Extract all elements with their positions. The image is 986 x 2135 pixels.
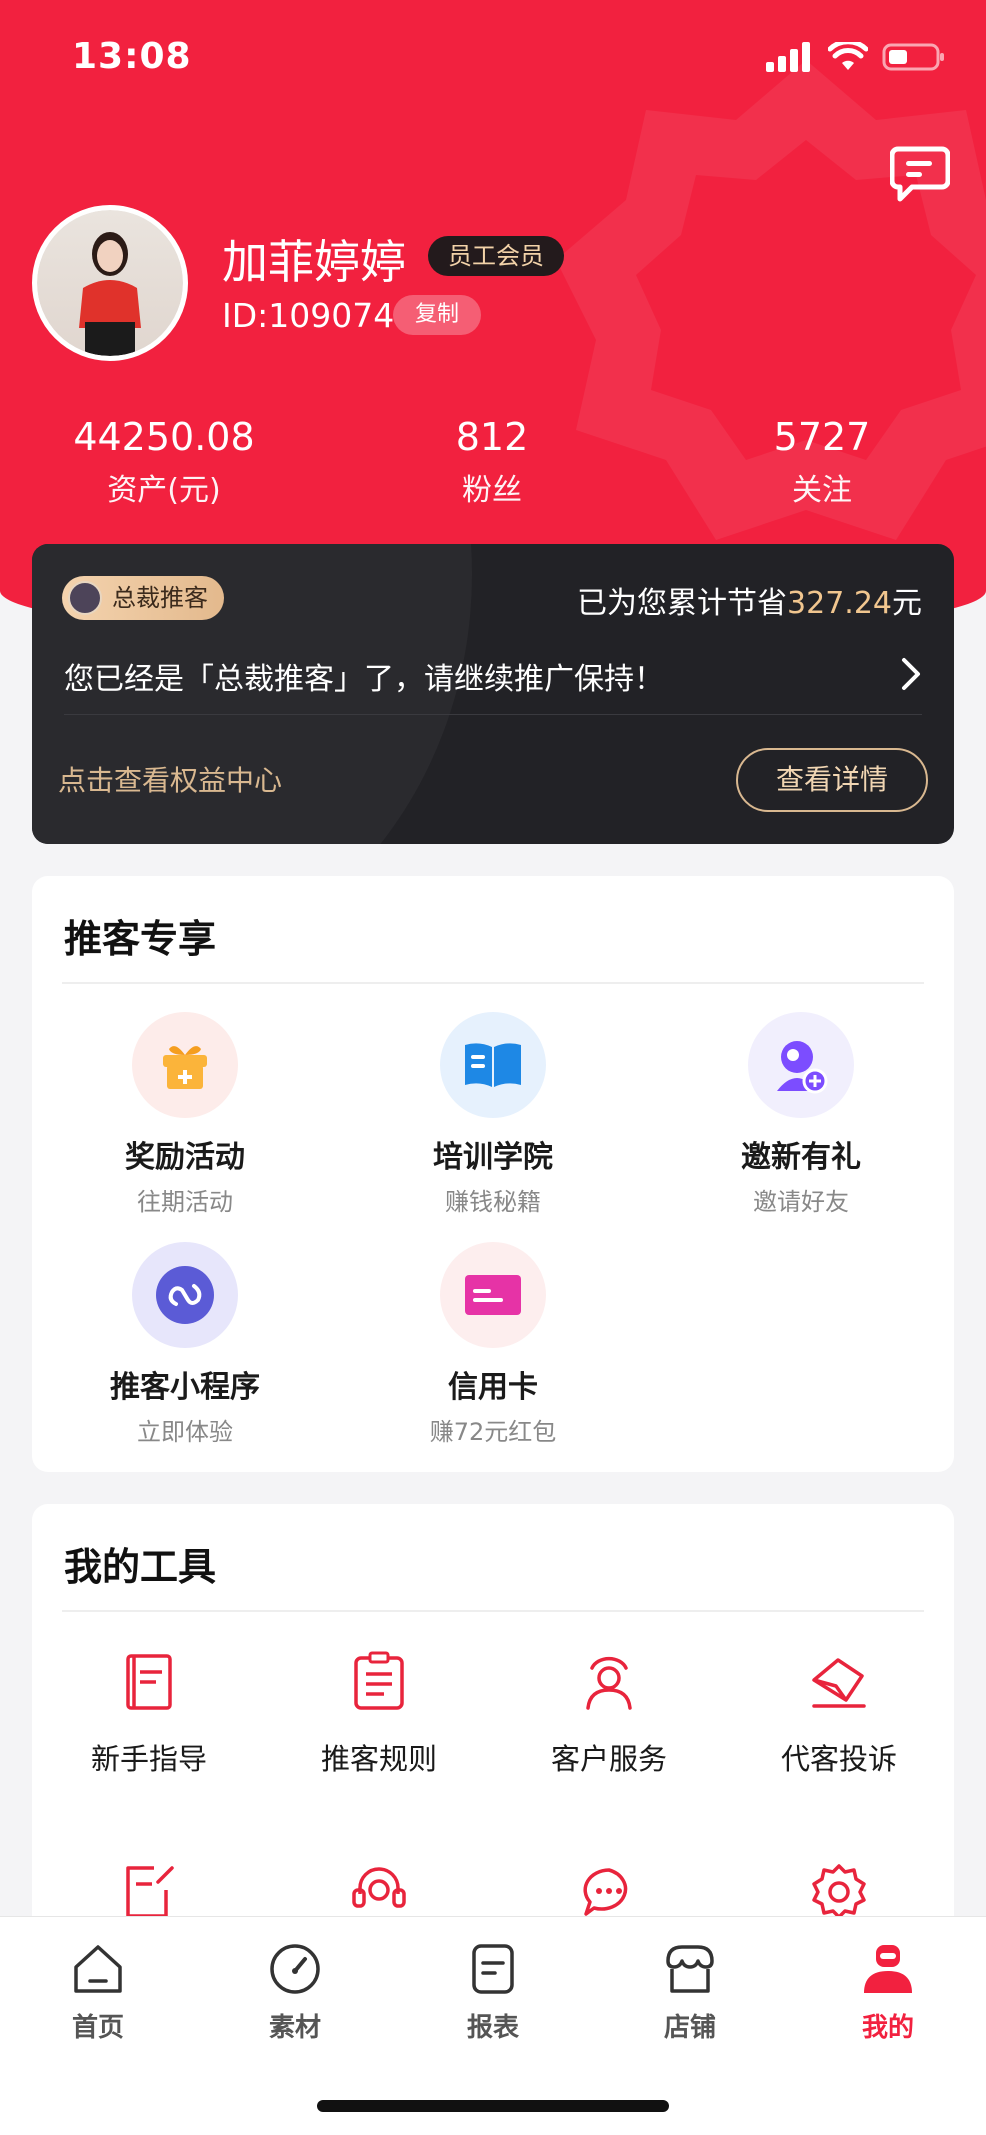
message-icon[interactable]: [890, 145, 950, 203]
stat-assets[interactable]: 44250.08 资产(元): [4, 415, 324, 509]
stat-fans[interactable]: 812 粉丝: [332, 415, 652, 509]
mini-program-icon: [132, 1242, 238, 1348]
benefits-center-link[interactable]: 点击查看权益中心: [58, 759, 282, 799]
avatar[interactable]: [32, 205, 188, 361]
feature-title: 培训学院: [433, 1140, 553, 1175]
signal-icon: [766, 42, 810, 72]
vip-tag: 总裁推客: [62, 576, 224, 620]
tab-mine[interactable]: 我的: [808, 1941, 968, 2044]
vip-description: 您已经是「总裁推客」了，请继续推广保持！: [64, 662, 664, 697]
wifi-icon: [828, 42, 868, 70]
savings-unit: 元: [892, 586, 922, 621]
feature-title: 推客小程序: [110, 1370, 260, 1405]
feature-mini-program[interactable]: 推客小程序 立即体验: [65, 1242, 305, 1447]
divider: [62, 1610, 924, 1612]
divider: [64, 714, 922, 715]
tool-beginner-guide[interactable]: 新手指导: [34, 1650, 264, 1778]
stat-value: 44250.08: [73, 415, 255, 459]
tool-label: 客户服务: [550, 1742, 667, 1776]
person-silhouette: [79, 232, 141, 356]
chevron-right-icon[interactable]: [898, 656, 924, 692]
diamond-icon: [68, 581, 102, 615]
feature-title: 奖励活动: [125, 1140, 245, 1175]
invite-user-icon: [748, 1012, 854, 1118]
settings-gear-icon[interactable]: [808, 1860, 870, 1922]
report-icon: [472, 1944, 514, 1994]
vip-card[interactable]: 总裁推客 已为您累计节省327.24元 您已经是「总裁推客」了，请继续推广保持！…: [32, 544, 954, 844]
headset-icon[interactable]: [348, 1860, 410, 1922]
tab-reports[interactable]: 报表: [413, 1941, 573, 2044]
stat-following[interactable]: 5727 关注: [662, 415, 982, 509]
tool-label: 推客规则: [320, 1742, 437, 1776]
tool-customer-service[interactable]: 客户服务: [494, 1650, 724, 1778]
stat-label: 粉丝: [462, 473, 522, 508]
stat-value: 812: [455, 415, 529, 459]
gift-icon: [132, 1012, 238, 1118]
section-title: 推客专享: [64, 917, 217, 961]
feature-subtitle: 赚钱秘籍: [445, 1188, 541, 1216]
tab-label: 素材: [268, 2013, 321, 2043]
stat-value: 5727: [773, 415, 871, 459]
feature-subtitle: 立即体验: [137, 1418, 233, 1446]
battery-icon: [882, 43, 944, 71]
tab-label: 店铺: [663, 2013, 716, 2043]
tab-materials[interactable]: 素材: [215, 1941, 375, 2044]
user-name: 加菲婷婷: [222, 235, 406, 289]
feature-invite-friends[interactable]: 邀新有礼 邀请好友: [681, 1012, 921, 1217]
feature-training-academy[interactable]: 培训学院 赚钱秘籍: [373, 1012, 613, 1217]
status-time: 13:08: [72, 36, 192, 77]
tab-label: 报表: [466, 2013, 519, 2043]
rules-document-icon: [354, 1651, 404, 1710]
complaint-envelope-icon: [812, 1658, 866, 1708]
section-title: 我的工具: [64, 1545, 217, 1589]
feature-title: 信用卡: [448, 1370, 538, 1405]
tool-rules[interactable]: 推客规则: [264, 1650, 494, 1778]
avatar-photo: [37, 210, 183, 356]
tab-home[interactable]: 首页: [18, 1941, 178, 2044]
vip-savings: 已为您累计节省327.24元: [577, 578, 922, 622]
feature-title: 邀新有礼: [741, 1140, 861, 1175]
status-bar: 13:08: [0, 36, 986, 86]
exclusive-panel: 推客专享 奖励活动 往期活动 培训学院 赚钱秘籍 邀新有礼 邀请好友 推客小程序…: [32, 876, 954, 1472]
compass-icon: [270, 1944, 320, 1994]
tool-label: 代客投诉: [780, 1742, 897, 1776]
home-indicator: [317, 2100, 669, 2112]
tab-label: 首页: [71, 2013, 124, 2043]
feature-credit-card[interactable]: 信用卡 赚72元红包: [373, 1242, 613, 1447]
store-icon: [666, 1945, 714, 1993]
stat-label: 资产(元): [107, 473, 221, 508]
copy-id-button[interactable]: 复制: [393, 295, 481, 335]
feature-reward-activity[interactable]: 奖励活动 往期活动: [65, 1012, 305, 1217]
credit-card-icon: [440, 1242, 546, 1348]
savings-prefix: 已为您累计节省: [577, 586, 788, 621]
tools-panel: 我的工具 新手指导 推客规则 客户服务 代客投诉: [32, 1504, 954, 1934]
tool-complaint[interactable]: 代客投诉: [724, 1650, 954, 1778]
vip-tag-label: 总裁推客: [112, 584, 208, 612]
feature-subtitle: 邀请好友: [753, 1188, 849, 1216]
book-icon: [440, 1012, 546, 1118]
chat-bubble-icon[interactable]: [578, 1860, 640, 1922]
feature-subtitle: 往期活动: [137, 1188, 233, 1216]
customer-service-icon: [586, 1656, 632, 1710]
tab-store[interactable]: 店铺: [610, 1941, 770, 2044]
stat-label: 关注: [792, 473, 852, 508]
profile-icon: [864, 1945, 912, 1993]
home-icon: [74, 1945, 122, 1993]
user-id: ID:109074: [222, 296, 395, 335]
feature-subtitle: 赚72元红包: [429, 1418, 557, 1446]
divider: [62, 982, 924, 984]
tab-label: 我的: [861, 2013, 914, 2043]
view-details-button[interactable]: 查看详情: [736, 748, 928, 812]
member-badge: 员工会员: [428, 236, 564, 276]
tool-label: 新手指导: [90, 1742, 207, 1776]
guide-book-icon: [126, 1654, 172, 1710]
edit-document-icon[interactable]: [118, 1860, 180, 1922]
savings-amount: 327.24: [787, 586, 892, 621]
